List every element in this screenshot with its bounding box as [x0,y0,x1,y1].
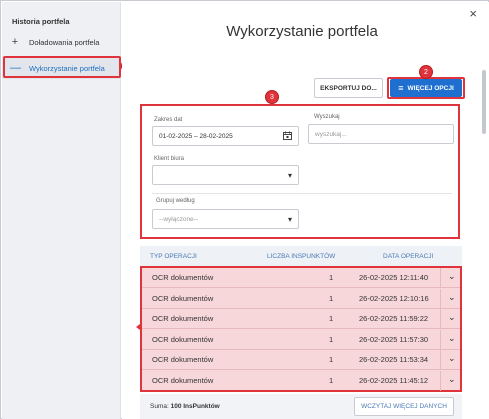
cell-count: 1 [329,293,334,303]
date-range-input[interactable]: 01-02-2025 – 28-02-2025 [152,126,299,146]
scrollbar[interactable] [482,70,486,134]
cell-count: 1 [329,314,334,323]
filters-panel: Zakres dat 01-02-2025 – 28-02-2025 Wyszu… [140,104,460,239]
chevron-down-icon[interactable]: ⌄ [448,333,456,344]
sidebar-item-top-ups[interactable]: + Doładowania portfela [2,31,121,53]
group-by-label: Grupuj według [156,198,195,204]
table-row[interactable]: OCR dokumentów 1 26-02-2025 12:10:16 ⌄ [142,288,460,309]
sidebar-item-label: Doładowania portfela [29,37,100,47]
app-window: Historia portfela + Doładowania portfela… [0,0,489,419]
annotation-highlight-sidebar [3,56,121,78]
annotation-badge-3: 3 [265,90,279,104]
group-by-select[interactable]: --wyłączone-- ▾ [152,209,299,229]
table-footer: Suma: 100 InsPunktów WCZYTAJ WIĘCEJ DANY… [140,394,462,419]
filter-lines-icon: ≡ [398,83,404,93]
cell-type: OCR dokumentów [152,375,214,385]
search-input[interactable]: wyszukaj... [308,124,454,144]
cell-date: 26-02-2025 12:11:40 [359,273,429,282]
cell-count: 1 [329,355,334,364]
column-header-date[interactable]: DATA OPERACJI [383,253,433,260]
chevron-down-icon: ▾ [287,214,292,224]
cell-date: 26-02-2025 11:45:12 [359,375,429,385]
more-options-button[interactable]: ≡ WIĘCEJ OPCJI [390,79,462,97]
divider [440,268,441,288]
close-icon[interactable]: × [469,6,477,21]
column-header-type[interactable]: TYP OPERACJI [150,253,197,260]
cell-type: OCR dokumentów [152,355,214,364]
table-row[interactable]: OCR dokumentów 1 26-02-2025 11:53:34 ⌄ [142,350,460,370]
load-more-button[interactable]: WCZYTAJ WIĘCEJ DANYCH [354,397,454,416]
calendar-icon[interactable] [283,131,292,142]
chevron-down-icon[interactable]: ⌄ [448,292,456,303]
chevron-down-icon[interactable]: ⌄ [448,312,456,323]
search-placeholder: wyszukaj... [315,130,347,138]
table-body: OCR dokumentów 1 26-02-2025 12:11:40 ⌄ O… [140,266,462,392]
cell-date: 26-02-2025 11:53:34 [359,355,429,364]
group-by-value: --wyłączone-- [159,215,199,223]
chevron-down-icon[interactable]: ⌄ [448,374,456,385]
cell-count: 1 [329,375,334,385]
table-row[interactable]: OCR dokumentów 1 26-02-2025 12:11:40 ⌄ [142,268,460,288]
table-header: TYP OPERACJI LICZBA INSPUNKTÓW DATA OPER… [140,246,462,266]
annotation-pointer [136,324,140,330]
cell-date: 26-02-2025 11:59:22 [359,314,429,323]
cell-date: 26-02-2025 11:57:30 [359,334,429,344]
client-label: Klient biura [154,156,185,162]
annotation-badge-2: 2 [419,65,433,79]
table-row[interactable]: OCR dokumentów 1 26-02-2025 11:59:22 ⌄ [142,309,460,329]
client-select[interactable]: ▾ [152,165,299,185]
date-range-label: Zakres dat [154,117,183,123]
search-label: Wyszukaj [314,114,340,120]
sum-value: 100 InsPunktów [170,403,220,410]
chevron-down-icon[interactable]: ⌄ [448,271,456,282]
more-options-label: WIĘCEJ OPCJI [407,84,454,92]
main-panel: × Wykorzystanie portfela EKSPORTUJ DO...… [122,2,489,419]
divider [152,193,452,194]
page-title: Wykorzystanie portfela [226,23,378,40]
cell-date: 26-02-2025 12:10:16 [359,293,429,303]
chevron-down-icon[interactable]: ⌄ [448,353,456,364]
sum-prefix: Suma: [150,403,171,410]
export-button[interactable]: EKSPORTUJ DO... [314,78,383,98]
cell-count: 1 [329,334,334,344]
plus-icon: + [11,36,19,48]
sum-text: Suma: 100 InsPunktów [150,403,220,410]
date-range-value: 01-02-2025 – 28-02-2025 [159,132,233,140]
cell-type: OCR dokumentów [152,293,214,303]
divider [440,309,441,329]
table-row[interactable]: OCR dokumentów 1 26-02-2025 11:45:12 ⌄ [142,370,460,391]
table-row[interactable]: OCR dokumentów 1 26-02-2025 11:57:30 ⌄ [142,329,460,350]
column-header-count[interactable]: LICZBA INSPUNKTÓW [267,253,335,260]
sidebar-heading: Historia portfela [12,17,70,26]
divider [440,288,441,309]
cell-count: 1 [329,273,334,282]
cell-type: OCR dokumentów [152,314,214,323]
cell-type: OCR dokumentów [152,334,214,344]
cell-type: OCR dokumentów [152,273,214,282]
chevron-down-icon: ▾ [287,170,292,180]
divider [440,370,441,391]
divider [440,350,441,370]
divider [440,329,441,350]
